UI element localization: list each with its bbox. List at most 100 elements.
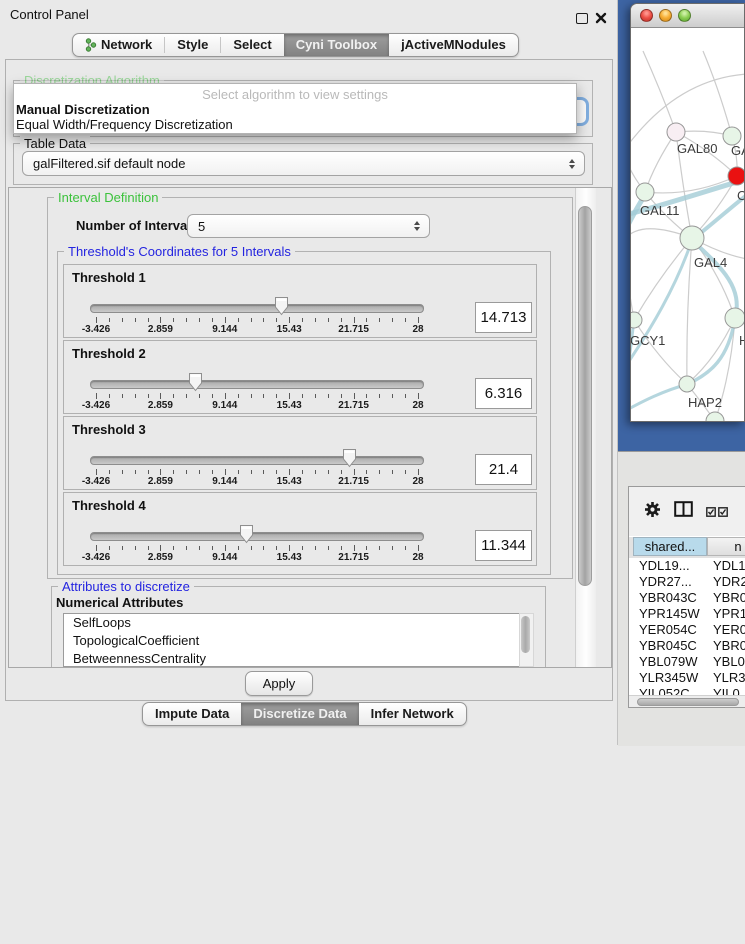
table-toolbar [629, 487, 745, 536]
network-edge[interactable] [643, 51, 676, 132]
network-edge[interactable] [645, 132, 676, 192]
slider-tick [289, 393, 290, 399]
slider-tick [148, 546, 149, 550]
table-row[interactable]: YBR045C YBR0 [629, 638, 745, 654]
threshold-label: Threshold 3 [72, 422, 146, 437]
tab-jactivemnodules[interactable]: jActiveMNodules [389, 34, 518, 56]
table-row[interactable]: YDR27...YDR2 [629, 574, 745, 590]
threshold-value-field[interactable]: 11.344 [475, 530, 532, 561]
slider-tick [122, 546, 123, 550]
slider-tick [379, 318, 380, 322]
network-node-hap2[interactable] [679, 376, 695, 392]
network-edge[interactable] [634, 320, 687, 384]
slider-track[interactable] [90, 304, 424, 313]
network-node-gcy1[interactable] [631, 312, 642, 328]
network-node[interactable] [706, 412, 724, 422]
slider-tick [251, 470, 252, 474]
slider-track[interactable] [90, 380, 424, 389]
slider-thumb[interactable] [188, 372, 203, 397]
dropdown-option-manual-discretization[interactable]: Manual Discretization [14, 102, 576, 117]
panel-scrollbar-thumb[interactable] [578, 206, 592, 586]
tab-network[interactable]: Network [73, 34, 164, 56]
network-node-c[interactable] [728, 167, 744, 185]
slider-track[interactable] [90, 532, 424, 541]
slider-tick [135, 318, 136, 322]
slider-thumb[interactable] [239, 524, 254, 549]
tab-impute-data[interactable]: Impute Data [143, 703, 241, 725]
gear-icon[interactable] [644, 501, 661, 523]
slider-tick [212, 394, 213, 398]
attribute-list-scrollbar-thumb[interactable] [521, 616, 530, 653]
slider-thumb[interactable] [342, 448, 357, 473]
threshold-coordinates-group: Threshold's Coordinates for 5 Intervals … [57, 251, 551, 575]
slider-tick [302, 394, 303, 398]
column-header-shared-name[interactable]: shared... [633, 537, 707, 556]
network-edge[interactable] [687, 238, 692, 384]
table-row[interactable]: YPR145WYPR1 [629, 606, 745, 622]
table-hscrollbar-thumb[interactable] [637, 698, 739, 706]
network-edge-highlighted[interactable] [692, 240, 737, 319]
slider-tick-label: 15.43 [259, 324, 319, 335]
slider-tick-label: 2.859 [130, 476, 190, 487]
slider-tick [96, 469, 97, 475]
table-row[interactable]: YBR043CYBR0 [629, 590, 745, 606]
network-graph: GAL80GACGAL11GAL4GCY1HHAP2 [631, 29, 744, 422]
network-window-titlebar[interactable] [631, 4, 744, 28]
columns-icon[interactable] [674, 501, 693, 522]
table-row[interactable]: YBL079WYBL0 [629, 654, 745, 670]
tab-style[interactable]: Style [165, 34, 220, 56]
column-header-name[interactable]: n [707, 537, 745, 556]
cell-name: YBR0 [713, 590, 745, 605]
network-node-gal80[interactable] [667, 123, 685, 141]
cell-name: YBL0 [713, 654, 745, 669]
slider-tick [160, 317, 161, 323]
network-node-h[interactable] [725, 308, 744, 328]
network-node-gal11[interactable] [636, 183, 654, 201]
cell-shared-name: YBR045C [639, 638, 705, 653]
slider-track[interactable] [90, 456, 424, 465]
threshold-value-field[interactable]: 6.316 [475, 378, 532, 409]
slider-thumb[interactable] [274, 296, 289, 321]
threshold-panel-3: Threshold 3-3.4262.8599.14415.4321.71528… [63, 416, 537, 490]
algorithm-dropdown-popup: Select algorithm to view settings Manual… [13, 83, 577, 134]
attribute-item-topologicalcoefficient[interactable]: TopologicalCoefficient [64, 632, 519, 650]
slider-tick [96, 393, 97, 399]
tab-select[interactable]: Select [221, 34, 283, 56]
dropdown-option-equal-width-frequency[interactable]: Equal Width/Frequency Discretization [14, 117, 576, 132]
tab-infer-network[interactable]: Infer Network [359, 703, 466, 725]
number-of-intervals-spinner[interactable]: 5 [187, 214, 430, 238]
zoom-traffic-light[interactable] [678, 9, 691, 22]
tab-discretize-data[interactable]: Discretize Data [241, 703, 358, 725]
slider-tick [109, 318, 110, 322]
network-edge[interactable] [661, 421, 715, 422]
table-data-combobox[interactable]: galFiltered.sif default node [22, 151, 585, 176]
slider-tick [263, 318, 264, 322]
table-row[interactable]: YLR345WYLR3 [629, 670, 745, 686]
attribute-item-selfloops[interactable]: SelfLoops [64, 614, 519, 632]
slider-tick [212, 470, 213, 474]
float-icon[interactable] [576, 13, 588, 24]
slider-tick [379, 394, 380, 398]
apply-button[interactable]: Apply [245, 671, 313, 696]
cell-name: YBR0 [713, 638, 745, 653]
threshold-value-field[interactable]: 14.713 [475, 302, 532, 333]
close-icon[interactable] [595, 11, 607, 29]
network-node-label: GAL4 [694, 255, 727, 270]
slider-tick [328, 394, 329, 398]
table-row[interactable]: YDL19...YDL1 [629, 558, 745, 574]
table-row[interactable]: YER054CYER0 [629, 622, 745, 638]
network-edge-highlighted[interactable] [631, 384, 688, 411]
network-node-gal4[interactable] [680, 226, 704, 250]
minimize-traffic-light[interactable] [659, 9, 672, 22]
cell-name: YPR1 [713, 606, 745, 621]
threshold-value-field[interactable]: 21.4 [475, 454, 532, 485]
slider-tick [302, 318, 303, 322]
network-edge[interactable] [703, 51, 732, 136]
tab-cyni-toolbox[interactable]: Cyni Toolbox [284, 34, 389, 56]
close-traffic-light[interactable] [640, 9, 653, 22]
network-canvas[interactable]: GAL80GACGAL11GAL4GCY1HHAP2 [631, 29, 744, 422]
slider-tick-label: 9.144 [195, 476, 255, 487]
attribute-item-betweennesscentrality[interactable]: BetweennessCentrality [64, 650, 519, 667]
checkbox-icons[interactable] [706, 507, 728, 517]
table-horizontal-scrollbar[interactable] [629, 695, 745, 708]
